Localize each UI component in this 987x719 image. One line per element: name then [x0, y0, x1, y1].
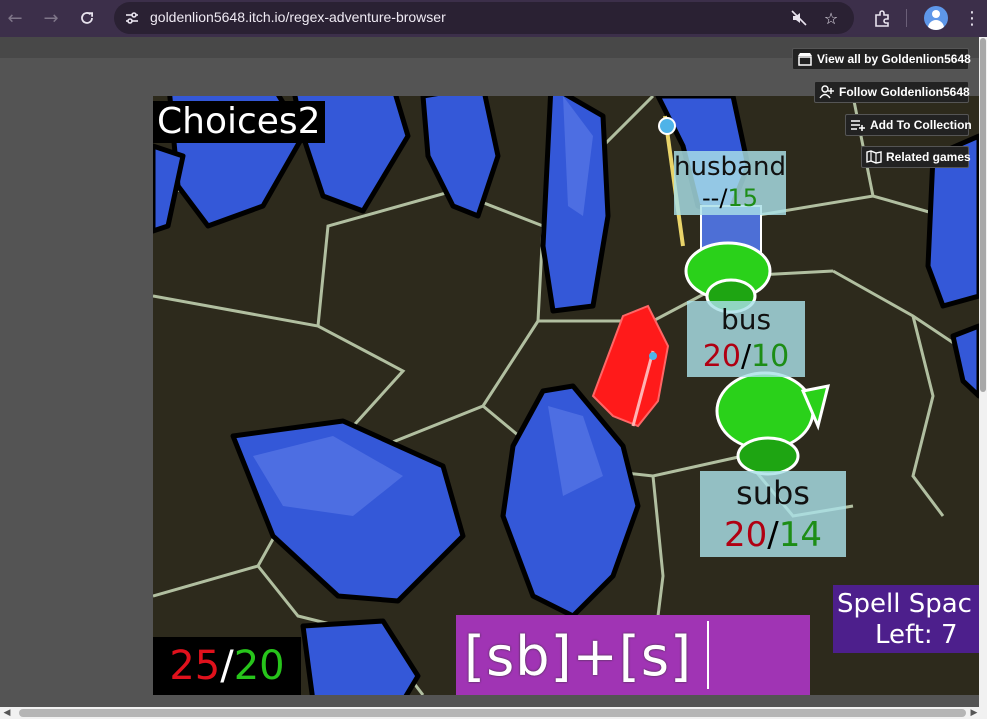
site-info-icon[interactable] — [122, 8, 142, 28]
related-games-button[interactable]: Related games — [861, 146, 971, 168]
vertical-scroll-thumb[interactable] — [980, 38, 986, 392]
map-icon — [866, 149, 882, 165]
enemy-name: subs — [736, 474, 810, 512]
toolbar-divider — [906, 9, 907, 27]
spell-space-label: Spell Spac — [837, 589, 972, 619]
enemy-label-subs: subs 20/14 — [700, 471, 846, 557]
follow-label: Follow Goldenlion5648 — [839, 85, 970, 99]
enemy-hp-max: 14 — [778, 515, 822, 555]
spell-space-left-panel: Spell Spac Left: 7 — [833, 585, 979, 653]
enemy-label-husband: husband --/15 — [674, 151, 786, 215]
add-user-icon — [819, 84, 835, 100]
store-icon — [797, 51, 813, 67]
hp-slash: / — [740, 339, 752, 374]
text-caret — [707, 621, 709, 689]
address-bar[interactable]: goldenlion5648.itch.io/regex-adventure-b… — [114, 2, 854, 34]
enemy-hp: 20/10 — [687, 339, 805, 375]
enemy-name: husband — [674, 152, 786, 182]
enemy-hp-current: 20 — [702, 339, 741, 374]
spell-space-left-value: Left: 7 — [875, 620, 958, 650]
reload-icon[interactable] — [73, 4, 101, 32]
add-to-collection-button[interactable]: Add To Collection — [845, 114, 972, 136]
horizontal-scroll-thumb[interactable] — [19, 709, 966, 717]
hp-slash: / — [220, 643, 234, 689]
enemy-name: bus — [720, 303, 772, 336]
game-canvas[interactable]: Choices2 husband --/15 bus 20/10 subs 20… — [153, 96, 979, 695]
spell-input[interactable]: [sb]+[s] — [456, 615, 810, 695]
back-arrow-icon[interactable]: ← — [1, 4, 29, 32]
extensions-icon[interactable] — [868, 4, 896, 32]
player-hp-current: 25 — [169, 643, 221, 689]
enemy-hp-current: 20 — [724, 515, 768, 555]
browser-toolbar: ← → goldenlion5648.itch.io/regex-adventu… — [0, 0, 987, 37]
more-menu-icon[interactable]: ⋮ — [958, 4, 986, 32]
view-all-button[interactable]: View all by Goldenlion5648 — [792, 48, 971, 70]
playlist-add-icon — [850, 117, 866, 133]
vertical-scrollbar[interactable] — [979, 37, 987, 707]
bookmark-star-icon[interactable]: ☆ — [820, 7, 842, 29]
scroll-left-arrow-icon[interactable]: ◀ — [3, 707, 11, 719]
level-title: Choices2 — [153, 101, 325, 143]
enemy-hp-max: 10 — [751, 339, 790, 374]
follow-button[interactable]: Follow Goldenlion5648 — [814, 81, 970, 103]
forward-arrow-icon[interactable]: → — [37, 4, 65, 32]
url-text[interactable]: goldenlion5648.itch.io/regex-adventure-b… — [150, 9, 446, 25]
view-all-label: View all by Goldenlion5648 — [817, 52, 971, 66]
related-games-label: Related games — [886, 150, 971, 164]
enemy-label-bus: bus 20/10 — [687, 301, 805, 377]
hp-slash: / — [767, 515, 779, 555]
profile-icon[interactable] — [924, 6, 948, 30]
mute-icon[interactable] — [788, 7, 810, 29]
enemy-hp: 20/14 — [700, 515, 846, 555]
enemy-hp-max: 15 — [727, 184, 758, 212]
enemy-hp: --/15 — [674, 183, 786, 213]
player-hp-max: 20 — [233, 643, 285, 689]
horizontal-scrollbar[interactable]: ◀ ▶ — [0, 707, 987, 719]
add-to-collection-label: Add To Collection — [870, 118, 972, 132]
scroll-right-arrow-icon[interactable]: ▶ — [970, 707, 978, 719]
spell-input-text: [sb]+[s] — [464, 625, 693, 688]
player-hp-display: 25/20 — [153, 637, 301, 695]
enemy-hp-current: -- — [702, 184, 720, 212]
